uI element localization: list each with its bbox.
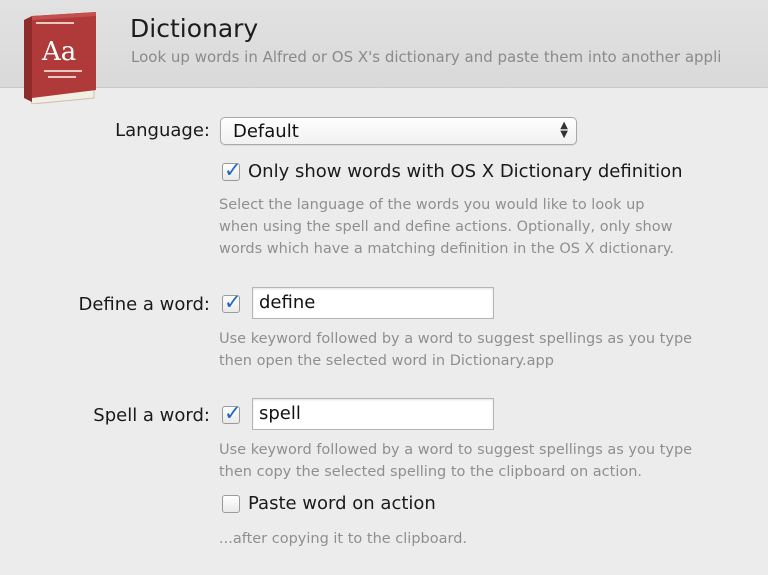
define-help-line-2: then open the selected word in Dictionar… bbox=[219, 353, 554, 369]
spell-enabled-checkbox[interactable]: ✓ bbox=[222, 401, 242, 425]
header-bar: Aa Dictionary Look up words in Alfred or… bbox=[0, 0, 768, 105]
language-select[interactable]: Default ▲ ▼ bbox=[220, 117, 577, 145]
define-keyword-value: define bbox=[259, 292, 316, 313]
checkmark-icon: ✓ bbox=[224, 401, 242, 425]
language-label: Language: bbox=[115, 120, 210, 141]
dictionary-book-icon: Aa bbox=[20, 12, 102, 105]
spell-help-line-1: Use keyword followed by a word to sugges… bbox=[219, 442, 693, 458]
language-help-line-2: when using the spell and define actions.… bbox=[219, 219, 673, 235]
language-selected-value: Default bbox=[233, 121, 299, 142]
checkmark-icon: ✓ bbox=[224, 158, 242, 182]
select-arrows-icon: ▲ ▼ bbox=[560, 120, 568, 140]
paste-help: ...after copying it to the clipboard. bbox=[219, 531, 468, 547]
only-show-definition-label: Only show words with OS X Dictionary def… bbox=[248, 161, 683, 182]
language-help-line-3: words which have a matching definition i… bbox=[219, 241, 675, 257]
spell-label: Spell a word: bbox=[93, 405, 210, 426]
spell-keyword-value: spell bbox=[259, 403, 301, 424]
spell-help-line-2: then copy the selected spelling to the c… bbox=[219, 464, 643, 480]
define-help-line-1: Use keyword followed by a word to sugges… bbox=[219, 331, 693, 347]
checkmark-icon: ✓ bbox=[224, 290, 242, 314]
page-title: Dictionary bbox=[130, 14, 259, 43]
page-subtitle: Look up words in Alfred or OS X's dictio… bbox=[131, 48, 722, 66]
svg-text:Aa: Aa bbox=[41, 37, 76, 67]
define-keyword-input[interactable]: define bbox=[252, 287, 494, 319]
paste-on-action-checkbox[interactable] bbox=[222, 495, 240, 513]
paste-on-action-label: Paste word on action bbox=[248, 493, 436, 514]
language-help-line-1: Select the language of the words you wou… bbox=[219, 197, 645, 213]
define-label: Define a word: bbox=[78, 294, 210, 315]
spell-keyword-input[interactable]: spell bbox=[252, 398, 494, 430]
only-show-definition-checkbox[interactable]: ✓ bbox=[222, 158, 242, 182]
define-enabled-checkbox[interactable]: ✓ bbox=[222, 290, 242, 314]
